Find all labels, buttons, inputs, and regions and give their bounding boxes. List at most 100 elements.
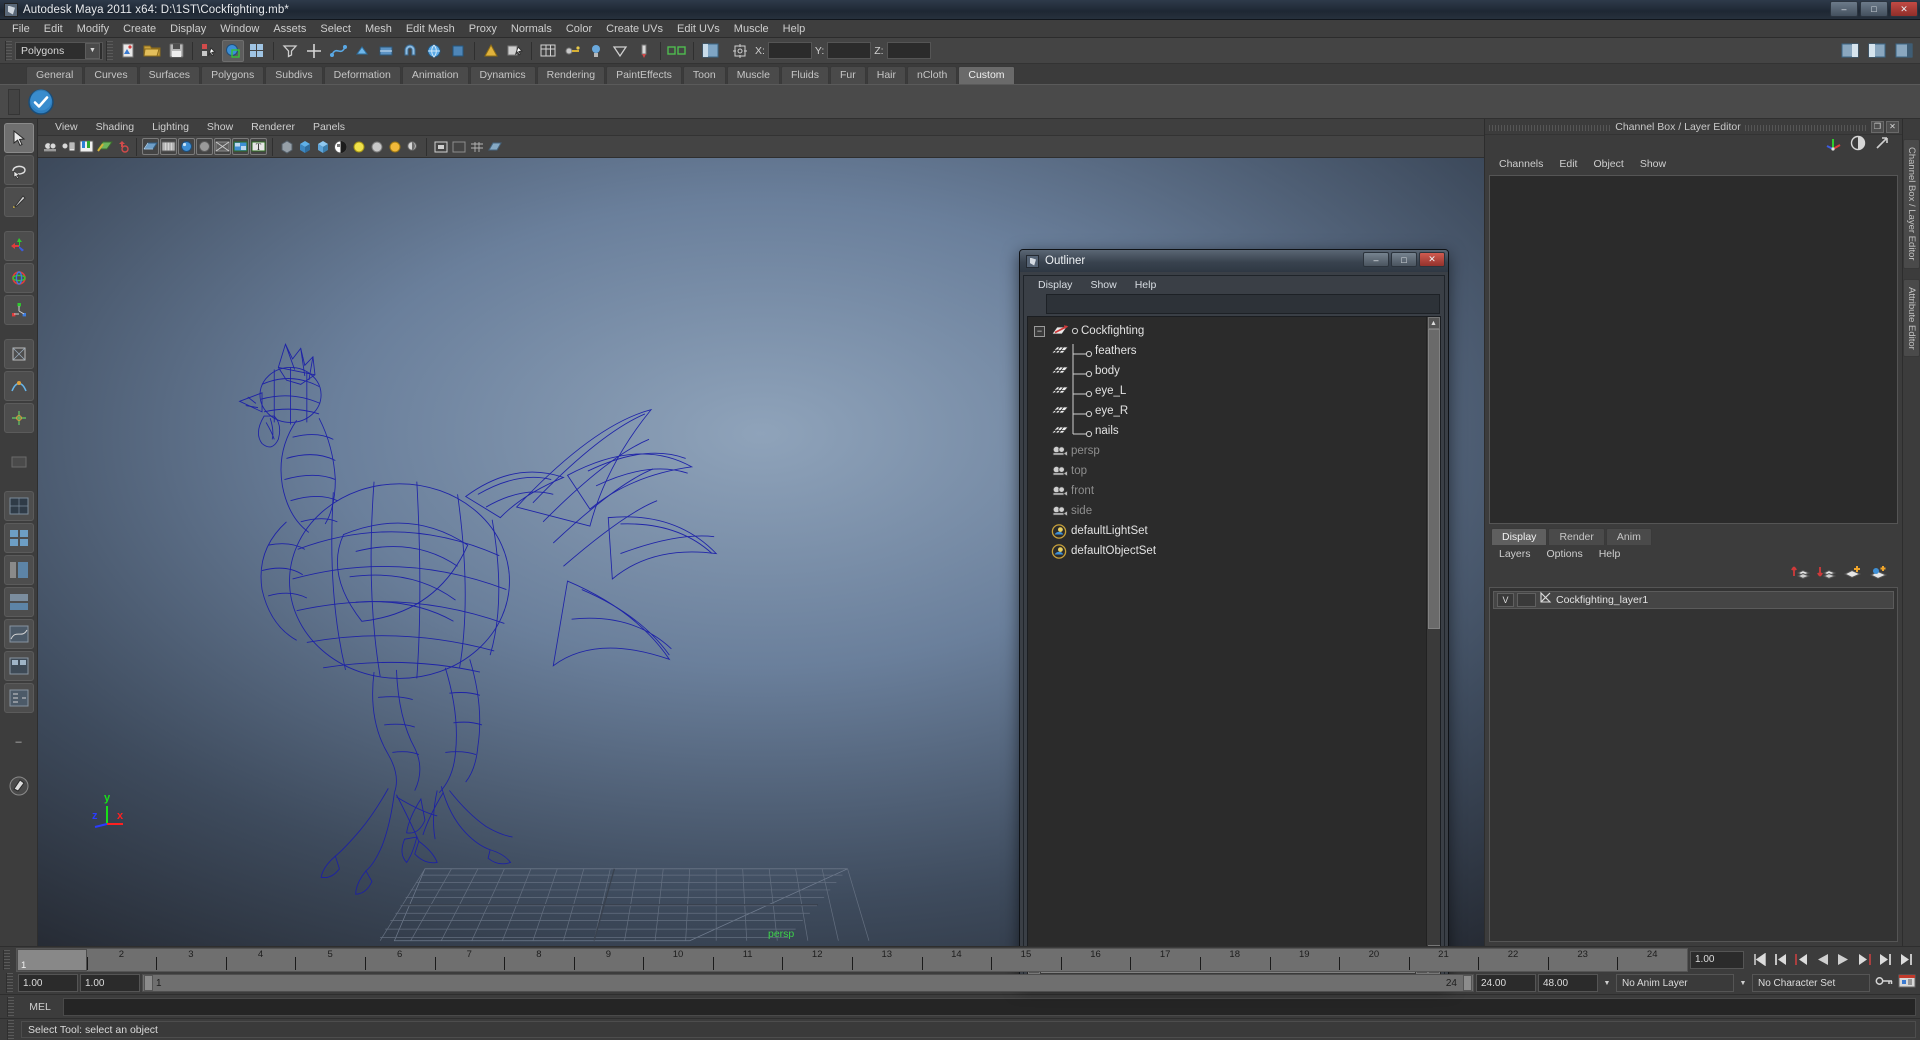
y-field[interactable] bbox=[827, 42, 872, 59]
outliner-item-body[interactable]: body bbox=[1032, 361, 1426, 384]
time-slider[interactable]: 1234567891011121314151617181920212223241 bbox=[16, 947, 1688, 972]
menuset-dropdown[interactable]: Polygons ▼ bbox=[15, 41, 103, 60]
layout-hypershade-persp[interactable] bbox=[3, 587, 34, 617]
select-by-object-type-icon[interactable] bbox=[222, 39, 244, 62]
outliner-close-button[interactable]: ✕ bbox=[1419, 252, 1445, 267]
outliner-item-Cockfighting[interactable]: − Cockfighting bbox=[1032, 321, 1426, 341]
help-line-grip[interactable] bbox=[7, 1019, 14, 1040]
scroll-thumb[interactable] bbox=[1427, 329, 1440, 629]
hypershade-icon[interactable] bbox=[561, 40, 583, 62]
rotate-tool[interactable] bbox=[3, 263, 34, 293]
range-bar[interactable]: 1 24 bbox=[142, 974, 1474, 992]
outliner-item-eye_L[interactable]: eye_L bbox=[1032, 381, 1426, 404]
channelbox-menu-channels[interactable]: Channels bbox=[1491, 158, 1551, 170]
anim-start-time-field[interactable]: 1.00 bbox=[18, 974, 78, 992]
outliner-search-field[interactable] bbox=[1046, 294, 1440, 314]
select-by-component-type-icon[interactable] bbox=[246, 40, 268, 62]
menu-file[interactable]: File bbox=[5, 22, 37, 36]
outliner-item-top[interactable]: top bbox=[1032, 461, 1426, 481]
playback-end-time-field[interactable]: 24.00 bbox=[1476, 974, 1536, 992]
shelf-tab-animation[interactable]: Animation bbox=[401, 66, 469, 84]
outliner-menu-show[interactable]: Show bbox=[1081, 279, 1125, 291]
select-tool[interactable] bbox=[3, 123, 34, 153]
shelf-tab-hair[interactable]: Hair bbox=[866, 66, 906, 84]
menu-edit-mesh[interactable]: Edit Mesh bbox=[399, 22, 462, 36]
viewport-menu-view[interactable]: View bbox=[46, 121, 87, 133]
text-display-icon[interactable]: T bbox=[250, 138, 267, 155]
anim-layer-selector[interactable]: No Anim Layer bbox=[1616, 974, 1734, 992]
viewport-menu-renderer[interactable]: Renderer bbox=[242, 121, 304, 133]
soft-modification-tool[interactable] bbox=[3, 371, 34, 401]
character-set-selector[interactable]: No Character Set bbox=[1752, 974, 1870, 992]
toolbox-collapse-handle[interactable]: – bbox=[4, 727, 34, 757]
menu-normals[interactable]: Normals bbox=[504, 22, 559, 36]
menu-muscle[interactable]: Muscle bbox=[727, 22, 776, 36]
snap-grid-icon[interactable] bbox=[303, 40, 325, 62]
layer-playback-toggle[interactable] bbox=[1517, 593, 1536, 607]
z-field[interactable] bbox=[886, 42, 931, 59]
wireframe-on-shaded-icon[interactable] bbox=[214, 138, 231, 155]
menu-assets[interactable]: Assets bbox=[266, 22, 313, 36]
outliner-item-front[interactable]: front bbox=[1032, 481, 1426, 501]
show-manipulator-tool[interactable] bbox=[3, 403, 34, 433]
viewport-menu-lighting[interactable]: Lighting bbox=[143, 121, 198, 133]
snap-point-icon[interactable] bbox=[351, 40, 373, 62]
select-camera-icon[interactable] bbox=[42, 138, 59, 155]
go-to-start-button[interactable] bbox=[1750, 950, 1769, 970]
shelf-tab-fur[interactable]: Fur bbox=[829, 66, 866, 84]
channel-box-content-area[interactable] bbox=[1489, 175, 1898, 524]
paint-effects-icon[interactable] bbox=[633, 40, 655, 62]
go-to-end-button[interactable] bbox=[1897, 950, 1916, 970]
shelf-grip[interactable] bbox=[8, 89, 20, 115]
move-tool[interactable] bbox=[3, 231, 34, 261]
channelbox-menu-edit[interactable]: Edit bbox=[1551, 158, 1585, 170]
command-input-field[interactable] bbox=[63, 997, 1916, 1016]
layer-tab-render[interactable]: Render bbox=[1548, 528, 1605, 545]
open-scene-icon[interactable] bbox=[141, 40, 163, 62]
panel-restore-button[interactable]: ❐ bbox=[1871, 120, 1884, 133]
toolbar-grip-2[interactable] bbox=[106, 40, 113, 61]
playback-start-time-field[interactable]: 1.00 bbox=[80, 974, 140, 992]
save-scene-icon[interactable] bbox=[165, 40, 187, 62]
menu-mesh[interactable]: Mesh bbox=[358, 22, 399, 36]
current-time-field[interactable]: 1.00 bbox=[1690, 950, 1744, 969]
show-channel-box-icon[interactable] bbox=[1893, 40, 1915, 62]
no-isolate-icon[interactable] bbox=[450, 138, 467, 155]
smooth-shade-selected-icon[interactable] bbox=[178, 138, 195, 155]
shelf-tab-dynamics[interactable]: Dynamics bbox=[469, 66, 536, 84]
vtab-attribute-editor[interactable]: Attribute Editor bbox=[1903, 278, 1920, 358]
light-icon[interactable] bbox=[585, 40, 607, 62]
snap-view-plane-icon[interactable] bbox=[375, 40, 397, 62]
command-language-label[interactable]: MEL bbox=[23, 1001, 57, 1013]
shelf-tab-surfaces[interactable]: Surfaces bbox=[138, 66, 201, 84]
scroll-up-icon[interactable]: ▲ bbox=[1427, 317, 1440, 329]
shelf-tab-curves[interactable]: Curves bbox=[84, 66, 138, 84]
layout-four-view[interactable] bbox=[3, 523, 34, 553]
checker-icon[interactable] bbox=[332, 138, 349, 155]
move-layer-up-icon[interactable] bbox=[1791, 564, 1811, 585]
maximize-button[interactable]: □ bbox=[1860, 1, 1888, 17]
shelf-tab-custom[interactable]: Custom bbox=[958, 66, 1015, 84]
menu-help[interactable]: Help bbox=[776, 22, 813, 36]
select-by-hierarchy-icon[interactable] bbox=[198, 40, 220, 62]
paint-select-tool[interactable] bbox=[3, 187, 34, 217]
sidebar-toggle-icon[interactable] bbox=[699, 40, 721, 62]
expand-collapse-icon[interactable]: − bbox=[1034, 325, 1045, 337]
menu-color[interactable]: Color bbox=[559, 22, 599, 36]
character-set-dropdown-arrow[interactable]: ▼ bbox=[1736, 974, 1750, 992]
layer-menu-options[interactable]: Options bbox=[1539, 548, 1591, 560]
image-plane-icon[interactable] bbox=[96, 138, 113, 155]
texture-display-icon[interactable] bbox=[232, 138, 249, 155]
shaded-cube-icon[interactable] bbox=[296, 138, 313, 155]
play-forwards-button[interactable] bbox=[1834, 950, 1853, 970]
scene-lights-icon[interactable] bbox=[386, 138, 403, 155]
keyframe-icon[interactable] bbox=[114, 138, 131, 155]
outliner-item-feathers[interactable]: feathers bbox=[1032, 341, 1426, 364]
step-forward-frame-button[interactable] bbox=[1855, 950, 1874, 970]
layout-single-perspective[interactable] bbox=[3, 491, 34, 521]
menu-edit-uvs[interactable]: Edit UVs bbox=[670, 22, 727, 36]
outliner-item-defaultObjectSet[interactable]: defaultObjectSet bbox=[1032, 541, 1426, 561]
arrow-expand-icon[interactable] bbox=[1874, 135, 1890, 156]
outliner-item-eye_R[interactable]: eye_R bbox=[1032, 401, 1426, 424]
smooth-shade-all-icon[interactable] bbox=[160, 138, 177, 155]
